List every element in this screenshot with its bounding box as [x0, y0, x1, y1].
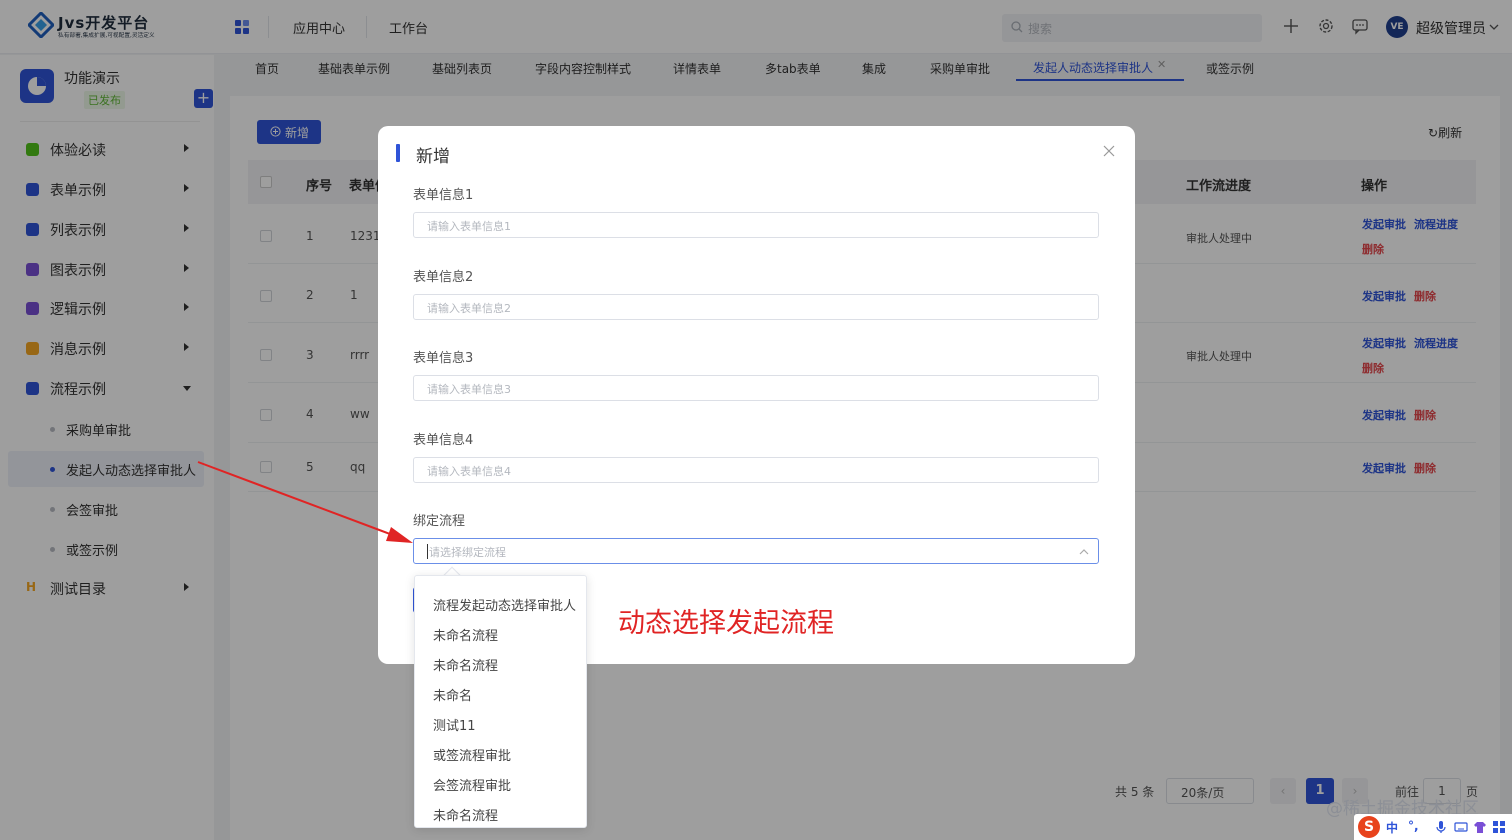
close-icon[interactable] [1102, 144, 1116, 158]
ime-logo-icon[interactable]: S [1358, 816, 1380, 838]
field-label-3: 表单信息3 [413, 351, 474, 366]
option-label: 未命名流程 [433, 809, 499, 824]
skin-icon[interactable] [1473, 820, 1487, 834]
annotation-text: 动态选择发起流程 [618, 608, 834, 639]
option-label: 测试11 [433, 719, 476, 734]
field-label-2: 表单信息2 [413, 270, 474, 285]
option-label: 会签流程审批 [433, 779, 512, 794]
option-label: 或签流程审批 [433, 749, 512, 764]
dialog-title: 新增 [416, 147, 450, 167]
form-info-4-placeholder: 请输入表单信息4 [427, 465, 511, 478]
option-label: 未命名流程 [433, 659, 499, 674]
field-label-1: 表单信息1 [413, 188, 474, 203]
ime-punctuation[interactable]: °, [1408, 819, 1419, 833]
option-label: 流程发起动态选择审批人 [433, 599, 577, 614]
form-info-1-placeholder: 请输入表单信息1 [427, 220, 511, 233]
apps-grid-icon[interactable] [1492, 820, 1506, 834]
dropdown-option[interactable]: 未命名 [415, 679, 586, 709]
dropdown-option[interactable]: 会签流程审批 [415, 769, 586, 799]
flow-label: 绑定流程 [413, 514, 466, 529]
form-info-3-placeholder: 请输入表单信息3 [427, 383, 511, 396]
dropdown-option[interactable]: 流程发起动态选择审批人 [415, 589, 586, 619]
form-info-2-input[interactable]: 请输入表单信息2 [413, 294, 1099, 320]
dropdown-option[interactable]: 未命名流程 [415, 799, 586, 827]
ime-toolbar: S 中 °, [1354, 814, 1512, 840]
flow-select[interactable]: 请选择绑定流程 [413, 538, 1099, 564]
dropdown-option[interactable]: 测试11 [415, 709, 586, 739]
field-label-4: 表单信息4 [413, 433, 474, 448]
ime-language[interactable]: 中 [1386, 819, 1398, 836]
dropdown-option[interactable]: 未命名流程 [415, 619, 586, 649]
dialog-title-marker [396, 144, 400, 162]
flow-dropdown: 流程发起动态选择审批人 未命名流程 未命名流程 未命名 测试11 或签流程审批 … [414, 575, 587, 828]
keyboard-icon[interactable] [1454, 820, 1468, 834]
dropdown-option[interactable]: 或签流程审批 [415, 739, 586, 769]
form-info-3-input[interactable]: 请输入表单信息3 [413, 375, 1099, 401]
form-info-1-input[interactable]: 请输入表单信息1 [413, 212, 1099, 238]
option-label: 未命名流程 [433, 629, 499, 644]
form-info-4-input[interactable]: 请输入表单信息4 [413, 457, 1099, 483]
chevron-up-icon [1079, 549, 1089, 555]
text-cursor [427, 544, 428, 559]
flow-select-placeholder: 请选择绑定流程 [429, 546, 506, 559]
microphone-icon[interactable] [1434, 820, 1448, 834]
option-label: 未命名 [433, 689, 473, 704]
form-info-2-placeholder: 请输入表单信息2 [427, 302, 511, 315]
dropdown-option[interactable]: 未命名流程 [415, 649, 586, 679]
